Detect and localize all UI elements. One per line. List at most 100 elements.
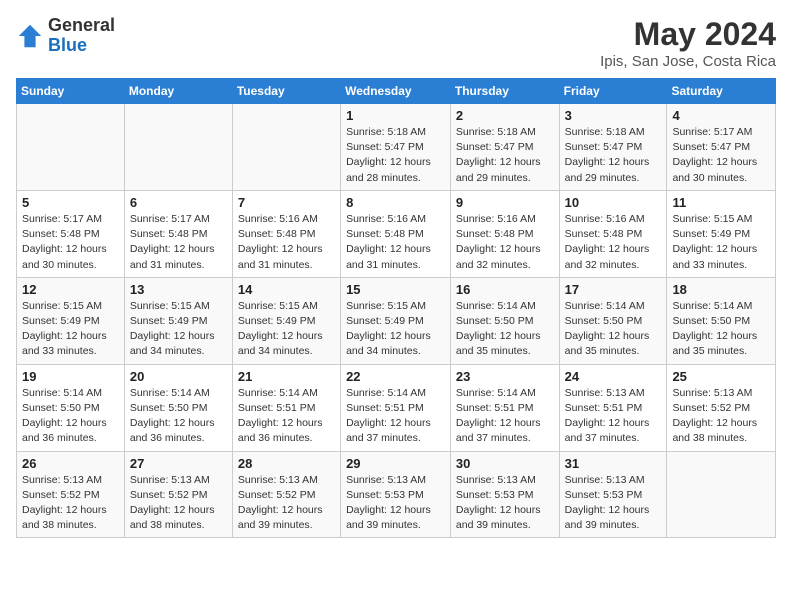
weekday-header-wednesday: Wednesday	[341, 79, 451, 104]
calendar-cell: 7 Sunrise: 5:16 AMSunset: 5:48 PMDaylight…	[232, 190, 340, 277]
calendar-cell: 18Sunrise: 5:14 AMSunset: 5:50 PMDayligh…	[667, 277, 776, 364]
day-number: 1	[346, 108, 445, 123]
day-info: Sunrise: 5:17 AMSunset: 5:48 PMDaylight:…	[130, 212, 227, 273]
calendar-week-2: 5 Sunrise: 5:17 AMSunset: 5:48 PMDaylight…	[17, 190, 776, 277]
day-info: Sunrise: 5:16 AMSunset: 5:48 PMDaylight:…	[238, 212, 335, 273]
day-number: 10	[565, 195, 662, 210]
day-info: Sunrise: 5:13 AMSunset: 5:52 PMDaylight:…	[22, 473, 119, 534]
calendar-week-4: 19 Sunrise: 5:14 AMSunset: 5:50 PMDayligh…	[17, 364, 776, 451]
calendar-cell: 10 Sunrise: 5:16 AMSunset: 5:48 PMDayligh…	[559, 190, 667, 277]
calendar-cell: 19 Sunrise: 5:14 AMSunset: 5:50 PMDayligh…	[17, 364, 125, 451]
day-info: Sunrise: 5:14 AMSunset: 5:50 PMDaylight:…	[456, 299, 554, 360]
day-info: Sunrise: 5:16 AMSunset: 5:48 PMDaylight:…	[565, 212, 662, 273]
title-block: May 2024 Ipis, San Jose, Costa Rica	[600, 16, 776, 70]
day-number: 29	[346, 456, 445, 471]
day-number: 21	[238, 369, 335, 384]
day-info: Sunrise: 5:18 AMSunset: 5:47 PMDaylight:…	[346, 125, 445, 186]
day-info: Sunrise: 5:18 AMSunset: 5:47 PMDaylight:…	[565, 125, 662, 186]
day-number: 5	[22, 195, 119, 210]
calendar-cell: 17Sunrise: 5:14 AMSunset: 5:50 PMDayligh…	[559, 277, 667, 364]
day-info: Sunrise: 5:15 AMSunset: 5:49 PMDaylight:…	[238, 299, 335, 360]
calendar-cell: 26 Sunrise: 5:13 AMSunset: 5:52 PMDayligh…	[17, 451, 125, 538]
day-info: Sunrise: 5:13 AMSunset: 5:53 PMDaylight:…	[456, 473, 554, 534]
weekday-header-saturday: Saturday	[667, 79, 776, 104]
calendar-cell: 25 Sunrise: 5:13 AMSunset: 5:52 PMDayligh…	[667, 364, 776, 451]
calendar-cell: 21Sunrise: 5:14 AMSunset: 5:51 PMDayligh…	[232, 364, 340, 451]
day-number: 13	[130, 282, 227, 297]
page-header: General Blue May 2024 Ipis, San Jose, Co…	[16, 16, 776, 70]
day-number: 7	[238, 195, 335, 210]
day-number: 20	[130, 369, 227, 384]
calendar-cell: 22 Sunrise: 5:14 AMSunset: 5:51 PMDayligh…	[341, 364, 451, 451]
calendar-cell: 6 Sunrise: 5:17 AMSunset: 5:48 PMDaylight…	[124, 190, 232, 277]
day-info: Sunrise: 5:17 AMSunset: 5:48 PMDaylight:…	[22, 212, 119, 273]
calendar-cell: 14 Sunrise: 5:15 AMSunset: 5:49 PMDayligh…	[232, 277, 340, 364]
calendar-cell: 13 Sunrise: 5:15 AMSunset: 5:49 PMDayligh…	[124, 277, 232, 364]
logo: General Blue	[16, 16, 115, 56]
day-info: Sunrise: 5:17 AMSunset: 5:47 PMDaylight:…	[672, 125, 770, 186]
day-info: Sunrise: 5:16 AMSunset: 5:48 PMDaylight:…	[346, 212, 445, 273]
calendar-cell: 15 Sunrise: 5:15 AMSunset: 5:49 PMDayligh…	[341, 277, 451, 364]
calendar-cell: 23 Sunrise: 5:14 AMSunset: 5:51 PMDayligh…	[450, 364, 559, 451]
logo-icon	[16, 22, 44, 50]
weekday-header-friday: Friday	[559, 79, 667, 104]
day-number: 14	[238, 282, 335, 297]
calendar-cell	[667, 451, 776, 538]
calendar-cell: 29 Sunrise: 5:13 AMSunset: 5:53 PMDayligh…	[341, 451, 451, 538]
day-number: 30	[456, 456, 554, 471]
main-title: May 2024	[600, 16, 776, 53]
day-number: 2	[456, 108, 554, 123]
day-number: 19	[22, 369, 119, 384]
day-number: 15	[346, 282, 445, 297]
subtitle: Ipis, San Jose, Costa Rica	[600, 53, 776, 70]
day-number: 16	[456, 282, 554, 297]
calendar-cell: 8 Sunrise: 5:16 AMSunset: 5:48 PMDaylight…	[341, 190, 451, 277]
day-info: Sunrise: 5:14 AMSunset: 5:51 PMDaylight:…	[346, 386, 445, 447]
day-info: Sunrise: 5:14 AMSunset: 5:50 PMDaylight:…	[130, 386, 227, 447]
day-number: 24	[565, 369, 662, 384]
day-info: Sunrise: 5:13 AMSunset: 5:52 PMDaylight:…	[672, 386, 770, 447]
calendar-cell: 3 Sunrise: 5:18 AMSunset: 5:47 PMDaylight…	[559, 104, 667, 191]
day-number: 11	[672, 195, 770, 210]
day-number: 4	[672, 108, 770, 123]
day-number: 31	[565, 456, 662, 471]
day-number: 22	[346, 369, 445, 384]
logo-text: General Blue	[48, 16, 115, 56]
calendar-cell: 24Sunrise: 5:13 AMSunset: 5:51 PMDayligh…	[559, 364, 667, 451]
day-number: 3	[565, 108, 662, 123]
weekday-header-thursday: Thursday	[450, 79, 559, 104]
calendar-cell: 27Sunrise: 5:13 AMSunset: 5:52 PMDayligh…	[124, 451, 232, 538]
day-info: Sunrise: 5:14 AMSunset: 5:50 PMDaylight:…	[22, 386, 119, 447]
day-number: 26	[22, 456, 119, 471]
calendar-cell: 28Sunrise: 5:13 AMSunset: 5:52 PMDayligh…	[232, 451, 340, 538]
day-info: Sunrise: 5:14 AMSunset: 5:50 PMDaylight:…	[672, 299, 770, 360]
day-info: Sunrise: 5:13 AMSunset: 5:52 PMDaylight:…	[130, 473, 227, 534]
calendar-cell	[232, 104, 340, 191]
day-number: 6	[130, 195, 227, 210]
day-info: Sunrise: 5:14 AMSunset: 5:51 PMDaylight:…	[456, 386, 554, 447]
day-info: Sunrise: 5:16 AMSunset: 5:48 PMDaylight:…	[456, 212, 554, 273]
calendar-week-3: 12Sunrise: 5:15 AMSunset: 5:49 PMDayligh…	[17, 277, 776, 364]
day-number: 9	[456, 195, 554, 210]
day-info: Sunrise: 5:15 AMSunset: 5:49 PMDaylight:…	[346, 299, 445, 360]
calendar-cell	[124, 104, 232, 191]
day-info: Sunrise: 5:15 AMSunset: 5:49 PMDaylight:…	[22, 299, 119, 360]
calendar-table: SundayMondayTuesdayWednesdayThursdayFrid…	[16, 78, 776, 538]
day-info: Sunrise: 5:15 AMSunset: 5:49 PMDaylight:…	[130, 299, 227, 360]
day-number: 23	[456, 369, 554, 384]
calendar-cell: 5 Sunrise: 5:17 AMSunset: 5:48 PMDaylight…	[17, 190, 125, 277]
day-info: Sunrise: 5:13 AMSunset: 5:53 PMDaylight:…	[346, 473, 445, 534]
calendar-cell: 31 Sunrise: 5:13 AMSunset: 5:53 PMDayligh…	[559, 451, 667, 538]
day-number: 28	[238, 456, 335, 471]
day-number: 25	[672, 369, 770, 384]
calendar-week-5: 26 Sunrise: 5:13 AMSunset: 5:52 PMDayligh…	[17, 451, 776, 538]
day-number: 17	[565, 282, 662, 297]
day-info: Sunrise: 5:15 AMSunset: 5:49 PMDaylight:…	[672, 212, 770, 273]
weekday-header-sunday: Sunday	[17, 79, 125, 104]
calendar-cell	[17, 104, 125, 191]
calendar-cell: 11 Sunrise: 5:15 AMSunset: 5:49 PMDayligh…	[667, 190, 776, 277]
day-number: 8	[346, 195, 445, 210]
day-info: Sunrise: 5:13 AMSunset: 5:53 PMDaylight:…	[565, 473, 662, 534]
weekday-header-tuesday: Tuesday	[232, 79, 340, 104]
weekday-header-monday: Monday	[124, 79, 232, 104]
